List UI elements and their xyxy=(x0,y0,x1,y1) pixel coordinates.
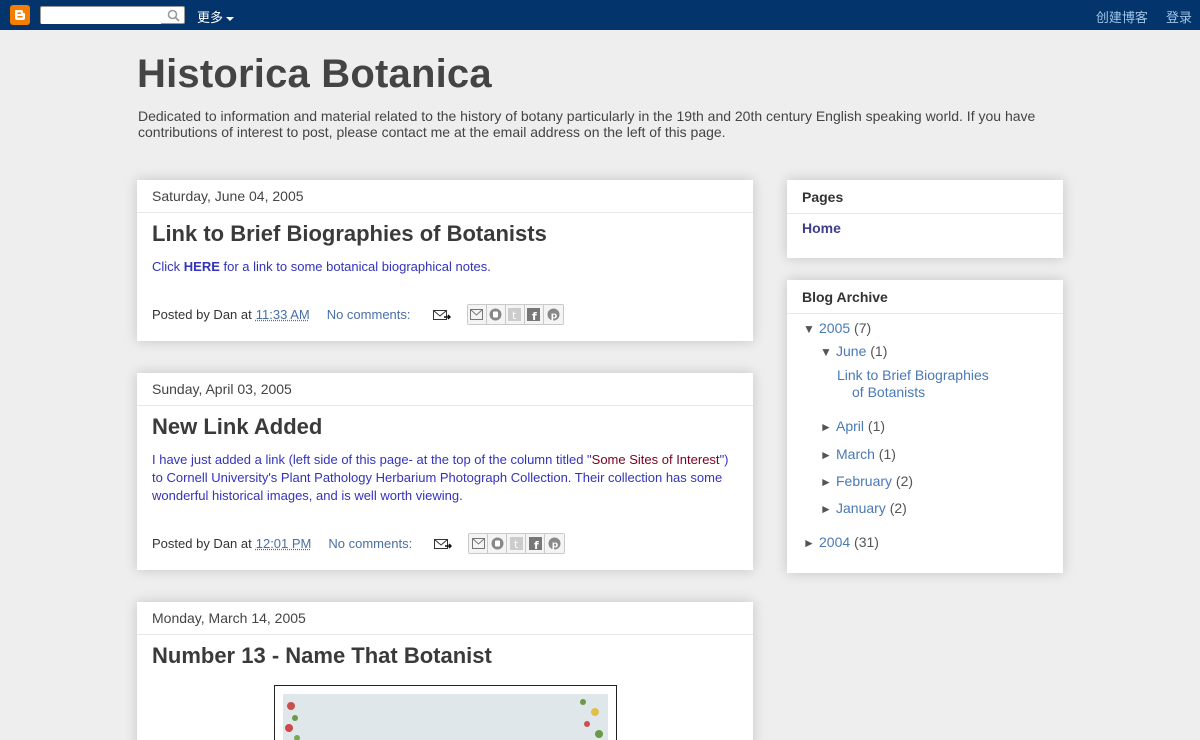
post-card: Saturday, June 04, 2005 Link to Brief Bi… xyxy=(137,180,753,341)
login-link[interactable]: 登录 xyxy=(1166,11,1192,26)
archive-count: (1) xyxy=(870,343,887,359)
archive-count: (31) xyxy=(854,534,879,550)
svg-text:t: t xyxy=(512,309,517,321)
svg-text:f: f xyxy=(534,539,539,550)
post-title[interactable]: Number 13 - Name That Botanist xyxy=(137,643,753,669)
blog-archive-heading: Blog Archive xyxy=(787,280,1063,314)
home-page-link[interactable]: Home xyxy=(787,220,1063,236)
post-body: I have just added a link (left side of t… xyxy=(137,451,753,505)
post-body-text: I have just added a link (left side of t… xyxy=(152,452,592,467)
collapse-toggle-icon[interactable]: ► xyxy=(820,502,830,516)
posted-by-label: Posted by Dan at xyxy=(152,307,252,322)
archive-post-title[interactable]: Link to Brief Biographies of Botanists xyxy=(837,367,1002,401)
post-body-text: for a link to some botanical biographica… xyxy=(220,259,491,274)
email-share-icon[interactable] xyxy=(469,534,488,553)
blog-title[interactable]: Historica Botanica xyxy=(137,52,492,97)
pages-heading: Pages xyxy=(787,180,1063,214)
navbar-search-input[interactable] xyxy=(41,8,161,24)
create-blog-link[interactable]: 创建博客 xyxy=(1096,11,1148,26)
archive-count: (1) xyxy=(879,446,896,462)
blog-description: Dedicated to information and material re… xyxy=(138,108,1048,140)
twitter-share-icon[interactable]: t xyxy=(507,534,526,553)
posted-by-label: Posted by Dan at xyxy=(152,536,252,551)
blogthis-icon[interactable] xyxy=(487,305,506,324)
collapse-toggle-icon[interactable]: ► xyxy=(820,420,830,434)
post-title[interactable]: New Link Added xyxy=(137,414,753,440)
search-icon[interactable] xyxy=(167,9,180,22)
facebook-share-icon[interactable]: f xyxy=(525,305,544,324)
archive-month-april: ► April (1) xyxy=(820,418,885,434)
archive-month-link[interactable]: February xyxy=(836,473,892,489)
archive-post-link[interactable]: Link to Brief Biographies of Botanists xyxy=(837,367,1002,401)
post-timestamp-link[interactable]: 11:33 AM xyxy=(256,307,310,322)
navbar-search-box xyxy=(40,6,185,24)
comments-link[interactable]: No comments: xyxy=(327,307,411,322)
sites-of-interest-text: Some Sites of Interest xyxy=(592,452,720,467)
email-post-icon[interactable] xyxy=(434,537,452,551)
collapse-toggle-icon[interactable]: ► xyxy=(820,475,830,489)
email-post-icon[interactable] xyxy=(433,308,451,322)
archive-year-2004: ► 2004 (31) xyxy=(803,534,879,550)
post-footer: Posted by Dan at 12:01 PM No comments: t… xyxy=(152,533,565,554)
archive-month-link[interactable]: April xyxy=(836,418,864,434)
post-footer: Posted by Dan at 11:33 AM No comments: t… xyxy=(152,304,564,325)
collapse-toggle-icon[interactable]: ► xyxy=(820,448,830,462)
blog-archive-widget: Blog Archive ▼ 2005 (7) ▼ June (1) Link to… xyxy=(787,280,1063,573)
archive-year-link[interactable]: 2004 xyxy=(819,534,850,550)
svg-text:p: p xyxy=(552,541,559,551)
collapse-toggle-icon[interactable]: ► xyxy=(803,536,813,550)
svg-text:p: p xyxy=(550,312,557,322)
archive-count: (1) xyxy=(868,418,885,434)
archive-month-february: ► February (2) xyxy=(820,473,913,489)
share-buttons: t f p xyxy=(468,533,565,554)
blogger-logo-icon[interactable] xyxy=(10,5,30,25)
archive-month-link[interactable]: June xyxy=(836,343,866,359)
post-timestamp-link[interactable]: 12:01 PM xyxy=(256,536,312,551)
post-date: Sunday, April 03, 2005 xyxy=(137,373,753,406)
navbar-more-menu[interactable]: 更多 xyxy=(197,7,234,26)
post-body-text: Click xyxy=(152,259,184,274)
facebook-share-icon[interactable]: f xyxy=(526,534,545,553)
archive-count: (2) xyxy=(890,500,907,516)
post-card: Sunday, April 03, 2005 New Link Added I … xyxy=(137,373,753,570)
navbar-more-label: 更多 xyxy=(197,11,223,26)
svg-text:f: f xyxy=(532,310,537,321)
twitter-share-icon[interactable]: t xyxy=(506,305,525,324)
navbar-account-links: 创建博客 登录 xyxy=(1082,7,1192,26)
archive-count: (7) xyxy=(854,320,871,336)
botanist-painting-image xyxy=(283,694,608,740)
post-title[interactable]: Link to Brief Biographies of Botanists xyxy=(137,221,753,247)
expand-toggle-icon[interactable]: ▼ xyxy=(820,345,830,359)
share-buttons: t f p xyxy=(467,304,564,325)
archive-month-link[interactable]: March xyxy=(836,446,875,462)
post-date: Saturday, June 04, 2005 xyxy=(137,180,753,213)
post-date: Monday, March 14, 2005 xyxy=(137,602,753,635)
svg-text:t: t xyxy=(514,538,519,550)
archive-month-link[interactable]: January xyxy=(836,500,886,516)
archive-year-link[interactable]: 2005 xyxy=(819,320,850,336)
pinterest-share-icon[interactable]: p xyxy=(544,305,563,324)
expand-toggle-icon[interactable]: ▼ xyxy=(803,322,813,336)
caret-down-icon xyxy=(226,17,234,21)
archive-month-june: ▼ June (1) xyxy=(820,343,887,359)
archive-count: (2) xyxy=(896,473,913,489)
blogthis-icon[interactable] xyxy=(488,534,507,553)
archive-month-march: ► March (1) xyxy=(820,446,896,462)
archive-month-january: ► January (2) xyxy=(820,500,907,516)
archive-year-2005: ▼ 2005 (7) xyxy=(803,320,871,336)
post-body: Click HERE for a link to some botanical … xyxy=(137,258,753,276)
here-link[interactable]: HERE xyxy=(184,259,220,274)
pinterest-share-icon[interactable]: p xyxy=(545,534,564,553)
pages-widget: Pages Home xyxy=(787,180,1063,258)
email-share-icon[interactable] xyxy=(468,305,487,324)
post-image[interactable] xyxy=(274,685,617,740)
navbar: 更多 创建博客 登录 xyxy=(0,0,1200,30)
comments-link[interactable]: No comments: xyxy=(328,536,412,551)
